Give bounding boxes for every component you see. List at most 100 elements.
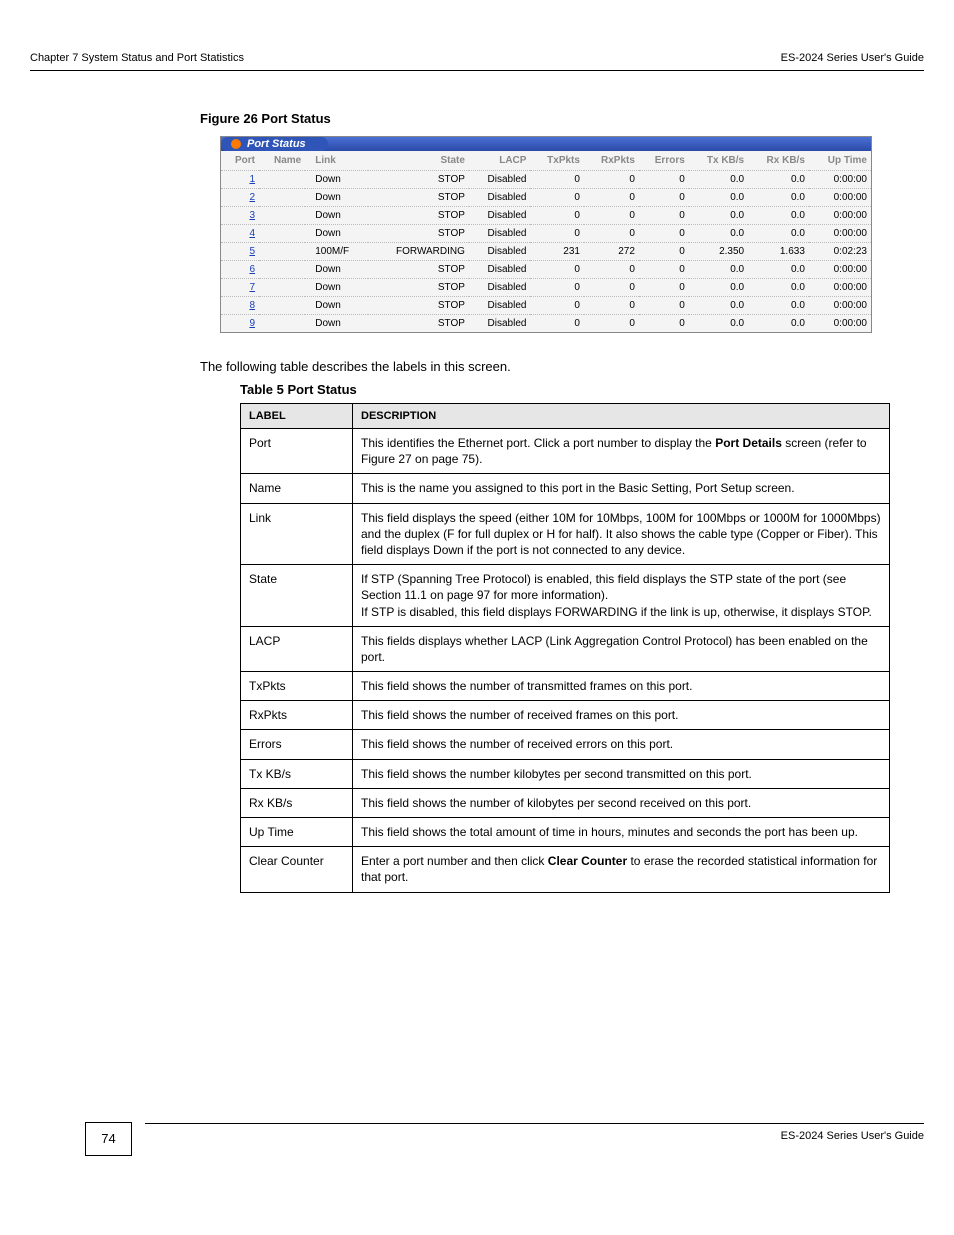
port-cell: 0.0 bbox=[748, 207, 809, 225]
port-cell: 0 bbox=[584, 279, 639, 297]
port-cell: Down bbox=[305, 297, 368, 315]
port-cell: Down bbox=[305, 279, 368, 297]
port-link[interactable]: 1 bbox=[221, 171, 259, 189]
port-cell: 0 bbox=[639, 315, 689, 333]
port-cell: 1.633 bbox=[748, 243, 809, 261]
desc-row: Clear CounterEnter a port number and the… bbox=[241, 847, 890, 892]
port-cell: 0.0 bbox=[689, 189, 748, 207]
port-cell: 0.0 bbox=[689, 171, 748, 189]
port-cell: 0 bbox=[639, 279, 689, 297]
port-cell: 0 bbox=[584, 189, 639, 207]
port-cell: 0 bbox=[639, 225, 689, 243]
desc-text: This field displays the speed (either 10… bbox=[353, 503, 890, 565]
port-status-title: Port Status bbox=[247, 138, 306, 150]
ps-col-rxkbs: Rx KB/s bbox=[748, 151, 809, 171]
port-cell bbox=[259, 189, 305, 207]
port-cell: 0:02:23 bbox=[809, 243, 871, 261]
port-status-header: Port Status bbox=[221, 137, 871, 151]
port-link[interactable]: 8 bbox=[221, 297, 259, 315]
port-cell: 0.0 bbox=[748, 279, 809, 297]
port-link[interactable]: 4 bbox=[221, 225, 259, 243]
port-cell: Disabled bbox=[469, 225, 531, 243]
port-row: 7DownSTOPDisabled0000.00.00:00:00 bbox=[221, 279, 871, 297]
port-cell: Down bbox=[305, 225, 368, 243]
desc-row: RxPktsThis field shows the number of rec… bbox=[241, 701, 890, 730]
port-cell: 0.0 bbox=[689, 297, 748, 315]
ps-col-rxpkts: RxPkts bbox=[584, 151, 639, 171]
guide-title-bottom: ES-2024 Series User's Guide bbox=[781, 1130, 924, 1142]
port-cell: Disabled bbox=[469, 315, 531, 333]
desc-row: Tx KB/sThis field shows the number kilob… bbox=[241, 759, 890, 788]
desc-row: LACPThis fields displays whether LACP (L… bbox=[241, 626, 890, 671]
desc-text: This field shows the number of received … bbox=[353, 730, 890, 759]
port-row: 2DownSTOPDisabled0000.00.00:00:00 bbox=[221, 189, 871, 207]
desc-label: Tx KB/s bbox=[241, 759, 353, 788]
port-cell: 0:00:00 bbox=[809, 297, 871, 315]
desc-text: This field shows the number kilobytes pe… bbox=[353, 759, 890, 788]
desc-row: ErrorsThis field shows the number of rec… bbox=[241, 730, 890, 759]
ps-col-txpkts: TxPkts bbox=[530, 151, 584, 171]
desc-label: LACP bbox=[241, 626, 353, 671]
port-row: 1DownSTOPDisabled0000.00.00:00:00 bbox=[221, 171, 871, 189]
desc-label: Up Time bbox=[241, 818, 353, 847]
desc-text: This is the name you assigned to this po… bbox=[353, 474, 890, 503]
port-link[interactable]: 5 bbox=[221, 243, 259, 261]
chapter-title: Chapter 7 System Status and Port Statist… bbox=[30, 52, 244, 64]
guide-title-top: ES-2024 Series User's Guide bbox=[781, 52, 924, 64]
intro-text: The following table describes the labels… bbox=[200, 359, 924, 374]
port-cell: 0 bbox=[584, 315, 639, 333]
port-link[interactable]: 3 bbox=[221, 207, 259, 225]
port-cell: 272 bbox=[584, 243, 639, 261]
port-cell: 0:00:00 bbox=[809, 171, 871, 189]
port-cell: 0:00:00 bbox=[809, 207, 871, 225]
port-row: 4DownSTOPDisabled0000.00.00:00:00 bbox=[221, 225, 871, 243]
desc-label: TxPkts bbox=[241, 672, 353, 701]
port-cell: 0 bbox=[584, 225, 639, 243]
desc-row: LinkThis field displays the speed (eithe… bbox=[241, 503, 890, 565]
port-cell: 0 bbox=[639, 243, 689, 261]
description-table: LABEL DESCRIPTION PortThis identifies th… bbox=[240, 403, 890, 893]
port-status-panel: Port Status PortNameLinkStateLACPTxPktsR… bbox=[220, 136, 872, 333]
port-cell: 0 bbox=[639, 207, 689, 225]
desc-text: This field shows the total amount of tim… bbox=[353, 818, 890, 847]
port-cell: Disabled bbox=[469, 171, 531, 189]
ps-col-name: Name bbox=[259, 151, 305, 171]
port-link[interactable]: 9 bbox=[221, 315, 259, 333]
port-cell: Down bbox=[305, 189, 368, 207]
port-cell: 0 bbox=[584, 297, 639, 315]
port-cell: STOP bbox=[368, 207, 469, 225]
port-link[interactable]: 6 bbox=[221, 261, 259, 279]
port-link[interactable]: 7 bbox=[221, 279, 259, 297]
port-cell: 0 bbox=[530, 279, 584, 297]
port-cell: FORWARDING bbox=[368, 243, 469, 261]
port-cell: 0:00:00 bbox=[809, 279, 871, 297]
desc-row: Rx KB/sThis field shows the number of ki… bbox=[241, 788, 890, 817]
port-cell: 231 bbox=[530, 243, 584, 261]
port-cell: Disabled bbox=[469, 297, 531, 315]
port-cell: 0 bbox=[584, 261, 639, 279]
desc-text: This field shows the number of received … bbox=[353, 701, 890, 730]
port-cell bbox=[259, 315, 305, 333]
port-cell: 0:00:00 bbox=[809, 261, 871, 279]
port-cell: Down bbox=[305, 171, 368, 189]
port-cell: 0 bbox=[584, 207, 639, 225]
port-cell: 100M/F bbox=[305, 243, 368, 261]
desc-label: Clear Counter bbox=[241, 847, 353, 892]
port-cell: Down bbox=[305, 261, 368, 279]
port-row: 3DownSTOPDisabled0000.00.00:00:00 bbox=[221, 207, 871, 225]
port-cell bbox=[259, 225, 305, 243]
port-cell: 0:00:00 bbox=[809, 225, 871, 243]
port-link[interactable]: 2 bbox=[221, 189, 259, 207]
port-cell: 0.0 bbox=[689, 207, 748, 225]
port-cell: 0.0 bbox=[748, 171, 809, 189]
port-cell: 0.0 bbox=[689, 315, 748, 333]
table-caption: Table 5 Port Status bbox=[240, 382, 924, 397]
port-cell: Disabled bbox=[469, 189, 531, 207]
port-cell: Down bbox=[305, 315, 368, 333]
port-cell: 0 bbox=[530, 171, 584, 189]
port-cell: Disabled bbox=[469, 261, 531, 279]
ps-col-state: State bbox=[368, 151, 469, 171]
desc-text: This field shows the number of kilobytes… bbox=[353, 788, 890, 817]
port-cell: 0 bbox=[639, 189, 689, 207]
port-cell: 0 bbox=[530, 189, 584, 207]
